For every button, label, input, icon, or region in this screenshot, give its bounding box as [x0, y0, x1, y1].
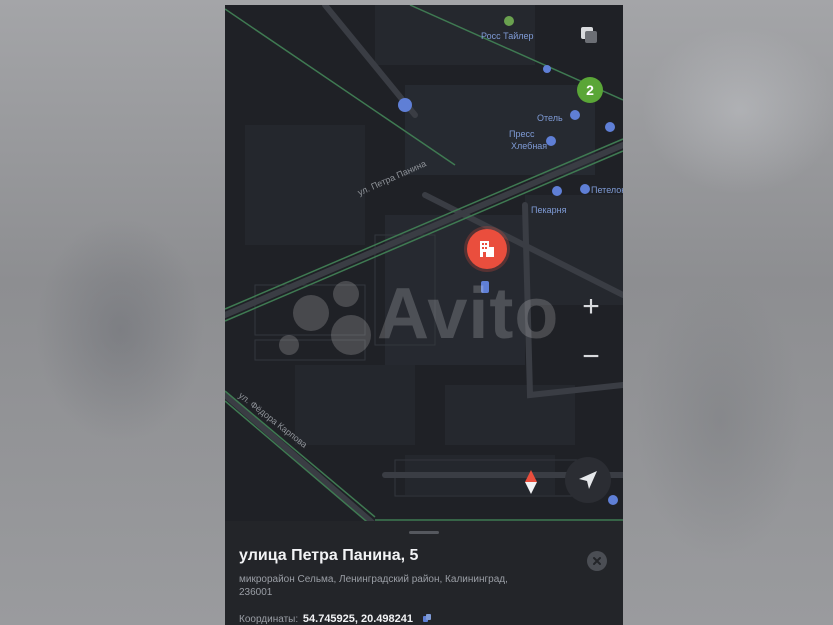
map-view[interactable]: ул. Петра Панина ул. Фёдора Карпова Росс…	[225, 5, 623, 525]
navigation-arrow-icon	[579, 471, 597, 489]
poi-label: Хлебная	[511, 141, 548, 151]
close-button[interactable]	[587, 551, 607, 571]
compass-icon	[525, 470, 537, 494]
layers-button[interactable]	[573, 19, 605, 51]
map-canvas	[225, 5, 623, 525]
zoom-out-button[interactable]: −	[571, 337, 611, 377]
poi-label: Пекарня	[531, 205, 567, 215]
close-icon	[593, 557, 601, 565]
coordinates-row: Координаты: 54.745925, 20.498241	[239, 613, 432, 625]
copy-icon[interactable]	[422, 613, 432, 625]
poi-label: Росс Тайлер	[481, 31, 534, 41]
poi-label: Петелонга	[591, 185, 623, 195]
poi-label: Пресс	[509, 129, 535, 139]
compass-button[interactable]	[517, 463, 545, 501]
coordinates-value[interactable]: 54.745925, 20.498241	[303, 613, 413, 625]
address-title: улица Петра Панина, 5	[239, 547, 419, 564]
layers-icon	[581, 27, 597, 43]
coordinates-label: Координаты:	[239, 614, 299, 625]
zoom-in-button[interactable]: +	[571, 287, 611, 327]
phone-screen: ул. Петра Панина ул. Фёдора Карпова Росс…	[225, 5, 623, 625]
drag-handle[interactable]	[409, 531, 439, 534]
building-icon	[480, 241, 494, 257]
cluster-badge[interactable]: 2	[577, 77, 603, 103]
address-subtitle: микрорайон Сельма, Ленинградский район, …	[239, 574, 508, 598]
poi-label: Отель	[537, 113, 563, 123]
address-panel: улица Петра Панина, 5 микрорайон Сельма,…	[225, 521, 623, 625]
location-pin[interactable]	[467, 229, 507, 269]
my-location-button[interactable]	[565, 457, 611, 503]
